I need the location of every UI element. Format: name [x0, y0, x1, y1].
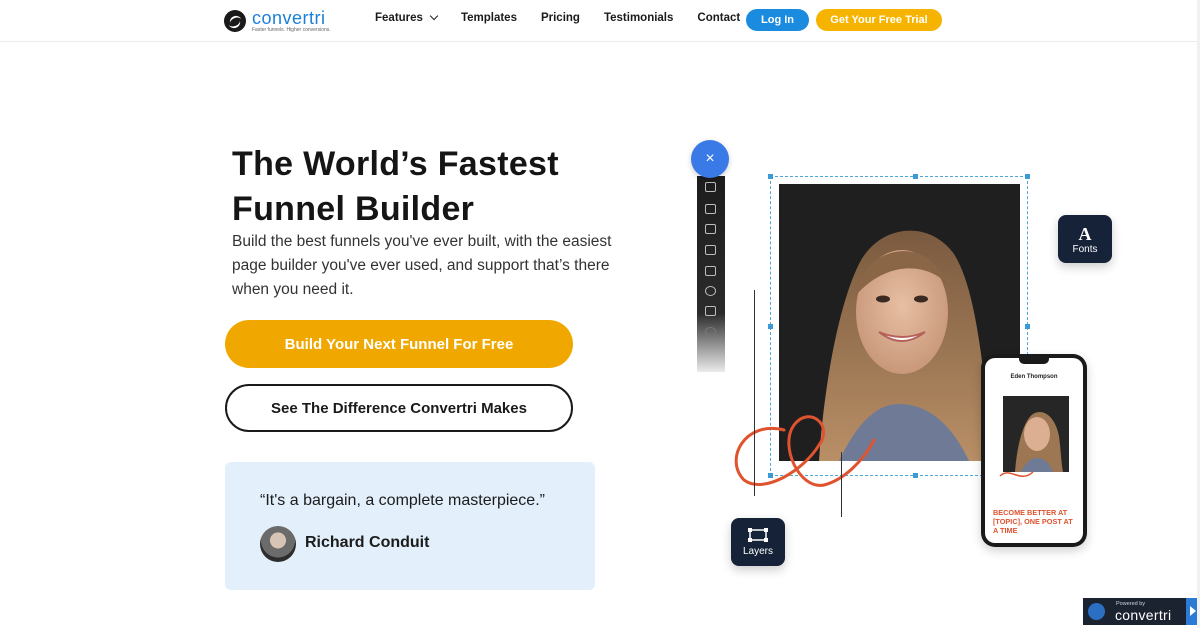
puzzle-icon[interactable] — [705, 182, 716, 192]
login-button[interactable]: Log In — [746, 9, 809, 31]
layers-label: Layers — [742, 546, 773, 557]
hero-headline: The World’s Fastest Funnel Builder — [232, 145, 559, 228]
font-icon: A — [1078, 223, 1092, 244]
testimonial-author: Richard Conduit — [305, 534, 430, 551]
nav-link-testimonials[interactable]: Testimonials — [604, 12, 673, 24]
checkbox-icon[interactable] — [705, 245, 716, 255]
chevron-down-icon — [429, 11, 439, 21]
timer-icon[interactable] — [705, 327, 716, 337]
layers-panel-button[interactable]: Layers — [731, 518, 785, 566]
nav-link-contact[interactable]: Contact — [697, 12, 740, 24]
resize-handle[interactable] — [1025, 324, 1030, 329]
text-icon[interactable] — [705, 204, 716, 214]
layers-icon — [748, 528, 768, 542]
editor-toolbar — [697, 176, 725, 372]
testimonial-card: “It's a bargain, a complete masterpiece.… — [225, 462, 595, 590]
box-icon[interactable] — [705, 266, 716, 276]
build-funnel-button[interactable]: Build Your Next Funnel For Free — [225, 320, 573, 368]
logo-wordmark: convertri — [252, 8, 326, 28]
phone-headline: BECOME BETTER AT [TOPIC], ONE POST AT A … — [993, 508, 1073, 535]
mobile-preview: Eden Thompson BECOME BETTER AT [TOPIC], … — [981, 354, 1087, 547]
video-icon[interactable] — [705, 286, 716, 296]
resize-handle[interactable] — [768, 324, 773, 329]
guide-line — [841, 452, 842, 517]
resize-handle[interactable] — [913, 174, 918, 179]
form-icon[interactable] — [705, 306, 716, 316]
close-icon[interactable]: × — [691, 140, 729, 178]
resize-handle[interactable] — [768, 174, 773, 179]
scribble-decoration — [734, 415, 876, 487]
guide-line — [754, 290, 755, 496]
nav-link-features[interactable]: Features — [375, 11, 439, 24]
fonts-panel-button[interactable]: A Fonts — [1058, 215, 1112, 263]
see-difference-button[interactable]: See The Difference Convertri Makes — [225, 384, 573, 432]
powered-by-badge[interactable]: Powered by convertri — [1083, 598, 1198, 625]
resize-handle[interactable] — [913, 473, 918, 478]
logo-tagline: Faster funnels. Higher conversions. — [252, 27, 331, 33]
phone-portrait-photo — [1003, 396, 1069, 472]
convertri-logo-icon — [1088, 603, 1105, 620]
convertri-logo-icon — [224, 10, 246, 32]
nav-links: Features Templates Pricing Testimonials … — [375, 11, 764, 24]
hero-subheading: Build the best funnels you've ever built… — [232, 233, 612, 298]
convertri-logo[interactable]: convertri Faster funnels. Higher convers… — [224, 8, 331, 34]
nav-link-templates[interactable]: Templates — [461, 12, 517, 24]
top-navigation: convertri Faster funnels. Higher convers… — [0, 0, 1200, 42]
avatar — [260, 526, 296, 562]
nav-link-pricing[interactable]: Pricing — [541, 12, 580, 24]
phone-site-name: Eden Thompson — [1010, 374, 1058, 380]
fonts-label: Fonts — [1072, 243, 1098, 255]
image-icon[interactable] — [705, 224, 716, 234]
resize-handle[interactable] — [1025, 174, 1030, 179]
free-trial-button[interactable]: Get Your Free Trial — [816, 9, 942, 31]
testimonial-quote: “It's a bargain, a complete masterpiece.… — [260, 492, 545, 509]
